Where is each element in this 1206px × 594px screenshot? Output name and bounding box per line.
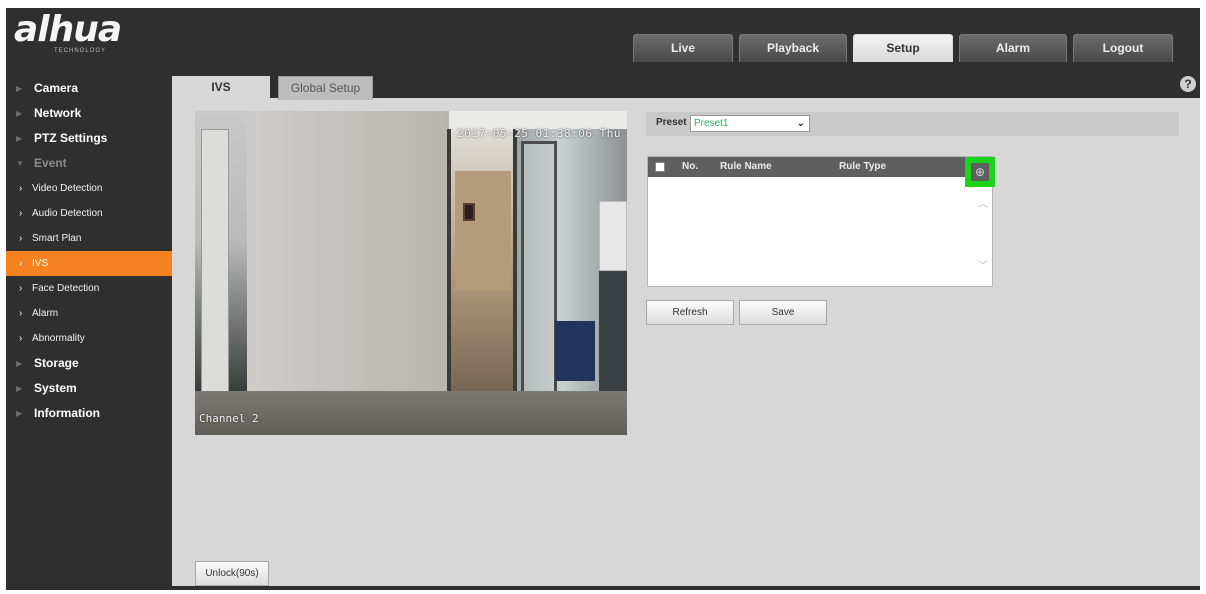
- video-scene-picture: [463, 203, 475, 221]
- chevron-right-icon: ›: [19, 308, 23, 319]
- tab-live[interactable]: Live: [633, 34, 733, 62]
- chevron-right-icon: ›: [19, 233, 23, 244]
- sidebar-item-alarm[interactable]: › Alarm: [6, 301, 172, 326]
- chevron-right-icon: ›: [19, 183, 23, 194]
- chevron-right-icon: ›: [19, 258, 23, 269]
- save-button[interactable]: Save: [739, 300, 827, 325]
- app-frame: alhua TECHNOLOGY Live Playback Setup Ala…: [6, 8, 1200, 590]
- sidebar-item-network[interactable]: ▶ Network: [6, 101, 172, 126]
- sidebar-item-label: Information: [34, 406, 100, 420]
- chevron-right-icon: ›: [19, 208, 23, 219]
- sidebar-item-label: Audio Detection: [32, 208, 103, 219]
- add-icon: ⊕: [971, 163, 989, 181]
- video-scene-boxes: [555, 321, 595, 381]
- triangle-right-icon: ▶: [16, 109, 23, 118]
- preset-bar: Preset Preset1 ⌄: [646, 112, 1179, 136]
- sidebar-item-label: IVS: [32, 258, 49, 269]
- column-header-rule-name: Rule Name: [720, 161, 772, 172]
- sidebar-item-label: Face Detection: [32, 283, 100, 294]
- unlock-button[interactable]: Unlock(90s): [195, 561, 269, 586]
- video-preview[interactable]: 2017-05-25 01:38:06 Thu Channel 2: [195, 111, 627, 435]
- preset-select[interactable]: Preset1 ⌄: [690, 115, 810, 132]
- sidebar-item-information[interactable]: ▶ Information: [6, 401, 172, 426]
- scroll-down-icon[interactable]: ﹀: [978, 257, 988, 272]
- sidebar-item-ivs[interactable]: › IVS: [6, 251, 172, 276]
- sidebar-item-label: Smart Plan: [32, 233, 82, 244]
- select-all-checkbox[interactable]: [655, 162, 665, 172]
- triangle-right-icon: ▶: [16, 409, 23, 418]
- column-header-rule-type: Rule Type: [839, 161, 887, 172]
- sidebar: ▶ Camera ▶ Network ▶ PTZ Settings ▼ Even…: [6, 76, 172, 586]
- video-scene-wall: [243, 111, 449, 401]
- video-scene-office: [455, 171, 511, 291]
- video-timestamp: 2017-05-25 01:38:06 Thu: [457, 127, 621, 140]
- video-scene-floor: [195, 391, 627, 435]
- brand-name: alhua: [14, 9, 122, 50]
- sidebar-item-smart-plan[interactable]: › Smart Plan: [6, 226, 172, 251]
- tab-playback[interactable]: Playback: [739, 34, 847, 62]
- refresh-button[interactable]: Refresh: [646, 300, 734, 325]
- brand-logo: alhua TECHNOLOGY: [14, 10, 164, 58]
- sidebar-item-abnormality[interactable]: › Abnormality: [6, 326, 172, 351]
- tab-setup[interactable]: Setup: [853, 34, 953, 62]
- sidebar-item-label: Alarm: [32, 308, 59, 319]
- triangle-right-icon: ▶: [16, 134, 23, 143]
- chevron-down-icon: ⌄: [796, 118, 805, 129]
- tab-alarm[interactable]: Alarm: [959, 34, 1067, 62]
- triangle-right-icon: ▶: [16, 84, 23, 93]
- rule-table: No. Rule Name Rule Type ⊕ ︿ ﹀: [647, 156, 995, 287]
- video-scene-glass-door: [521, 141, 557, 411]
- sidebar-item-label: Video Detection: [32, 183, 103, 194]
- column-header-no: No.: [682, 161, 699, 172]
- header: alhua TECHNOLOGY Live Playback Setup Ala…: [6, 8, 1200, 64]
- video-scene-board: [599, 201, 627, 271]
- help-icon[interactable]: ?: [1180, 76, 1196, 92]
- video-channel-label: Channel 2: [199, 412, 259, 425]
- sidebar-item-label: PTZ Settings: [34, 131, 108, 145]
- sidebar-item-storage[interactable]: ▶ Storage: [6, 351, 172, 376]
- triangle-right-icon: ▶: [16, 359, 23, 368]
- rule-table-header: No. Rule Name Rule Type: [648, 157, 992, 177]
- preset-label: Preset: [656, 117, 687, 128]
- sidebar-item-label: Abnormality: [32, 333, 85, 344]
- sidebar-item-label: Event: [34, 156, 67, 170]
- chevron-right-icon: ›: [19, 283, 23, 294]
- sidebar-item-camera[interactable]: ▶ Camera: [6, 76, 172, 101]
- chevron-right-icon: ›: [19, 333, 23, 344]
- sidebar-item-video-detection[interactable]: › Video Detection: [6, 176, 172, 201]
- sidebar-item-label: Network: [34, 106, 82, 120]
- content-tabstrip: IVS Global Setup ?: [172, 68, 1200, 100]
- tab-logout[interactable]: Logout: [1073, 34, 1173, 62]
- preset-value: Preset1: [694, 118, 729, 129]
- sidebar-item-audio-detection[interactable]: › Audio Detection: [6, 201, 172, 226]
- tab-ivs[interactable]: IVS: [172, 76, 270, 100]
- add-rule-button[interactable]: ⊕: [965, 157, 995, 187]
- triangle-down-icon: ▼: [16, 159, 24, 168]
- triangle-right-icon: ▶: [16, 384, 23, 393]
- tab-global-setup[interactable]: Global Setup: [278, 76, 373, 100]
- sidebar-item-label: Camera: [34, 81, 79, 95]
- scroll-up-icon[interactable]: ︿: [978, 195, 988, 210]
- brand-tagline: TECHNOLOGY: [54, 48, 107, 54]
- sidebar-item-event[interactable]: ▼ Event: [6, 151, 172, 176]
- sidebar-item-label: System: [34, 381, 77, 395]
- sidebar-item-system[interactable]: ▶ System: [6, 376, 172, 401]
- top-nav: Live Playback Setup Alarm Logout: [633, 34, 1173, 62]
- sidebar-item-face-detection[interactable]: › Face Detection: [6, 276, 172, 301]
- main-content: IVS Global Setup ? 2017-05-25 01:38:06 T…: [172, 68, 1200, 586]
- sidebar-item-label: Storage: [34, 356, 79, 370]
- video-scene-glass-panel: [201, 129, 229, 409]
- sidebar-item-ptz-settings[interactable]: ▶ PTZ Settings: [6, 126, 172, 151]
